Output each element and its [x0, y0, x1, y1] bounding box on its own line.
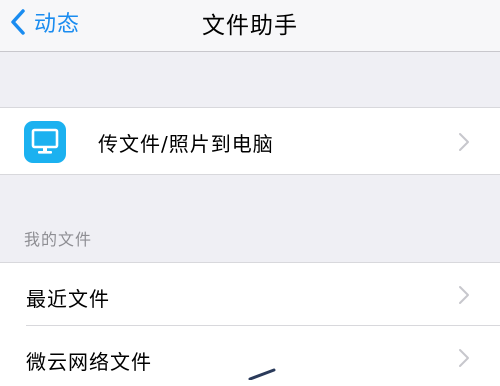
chevron-right-icon	[459, 286, 469, 304]
chevron-right-icon	[459, 133, 469, 151]
annotation-arrow-mark	[248, 368, 276, 380]
transfer-to-computer-label: 传文件/照片到电脑	[98, 132, 274, 156]
chevron-right-icon	[459, 349, 469, 367]
weiyun-files-label: 微云网络文件	[26, 350, 152, 374]
page-title: 文件助手	[202, 13, 298, 39]
navigation-bar: 动态 文件助手	[0, 0, 500, 52]
monitor-icon	[24, 121, 66, 163]
my-files-section-header: 我的文件	[24, 230, 93, 249]
recent-files-label: 最近文件	[26, 287, 110, 311]
transfer-to-computer-row[interactable]: 传文件/照片到电脑	[0, 107, 500, 175]
list-item-recent-files[interactable]: 最近文件	[0, 262, 500, 326]
